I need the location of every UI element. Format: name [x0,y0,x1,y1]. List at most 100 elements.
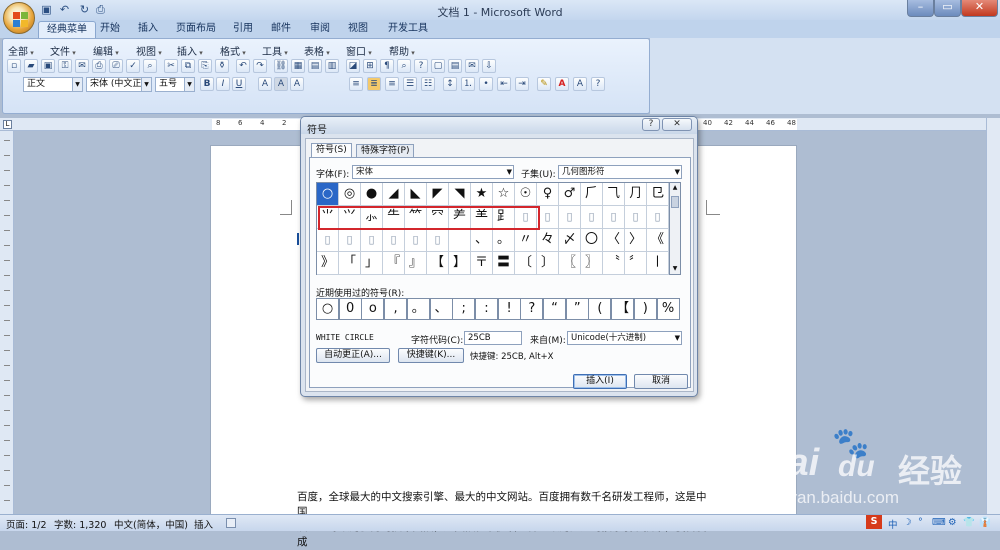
permission-icon[interactable]: ⚿ [58,59,72,73]
symbol-cell[interactable]: 〔 [515,252,537,275]
undo-icon[interactable]: ↶ [236,59,250,73]
menu-format[interactable]: 格式 ▾ [220,43,246,58]
office-button[interactable] [3,2,35,34]
symbol-cell[interactable]: ● [361,183,383,206]
symbol-cell[interactable]: 〇 [581,229,603,252]
symbol-cell[interactable]: ♀ [537,183,559,206]
recent-symbol-cell[interactable]: 、 [429,298,453,320]
symbol-cell[interactable]: ◢ [383,183,405,206]
scroll-up-icon[interactable]: ▲ [671,184,679,192]
symbol-cell[interactable]: 」 [361,252,383,275]
menu-view[interactable]: 视图 ▾ [136,43,162,58]
symbol-cell[interactable]: ◤ [427,183,449,206]
columns-icon[interactable]: ▥ [325,59,339,73]
char-format-icon[interactable]: A [573,77,587,91]
symbol-cell[interactable]: ▯ [647,206,669,229]
symbol-cell[interactable]: ▯ [339,229,361,252]
align-center-icon[interactable]: ≣ [367,77,381,91]
bullets-icon[interactable]: • [479,77,493,91]
drawing-icon[interactable]: ◪ [346,59,360,73]
recent-symbol-cell[interactable]: ” [565,298,589,320]
recent-symbol-cell[interactable]: ; [452,298,476,320]
symbol-cell[interactable]: 】 [449,252,471,275]
insert-button[interactable]: 插入(I) [573,374,627,389]
size-combo[interactable]: 五号 ▼ [155,77,195,92]
insert-table-icon[interactable]: ▤ [308,59,322,73]
symbol-cell[interactable]: ★ [471,183,493,206]
status-insert-mode[interactable]: 插入 [194,517,213,531]
read-icon[interactable]: ▢ [431,59,445,73]
recent-symbol-cell[interactable]: “ [543,298,566,320]
cancel-button[interactable]: 取消 [634,374,688,389]
menu-table[interactable]: 表格 ▾ [304,43,330,58]
ime-punct-icon[interactable]: ° [918,517,923,528]
char-shading-button[interactable]: A [274,77,288,91]
print-preview-icon[interactable]: ⎚ [109,59,123,73]
tab-insert[interactable]: 插入 [130,21,166,38]
italic-button[interactable]: I [216,77,230,91]
ime-toolbox-icon[interactable]: 👔 [979,517,991,528]
symbol-cell[interactable]: ☉ [515,183,537,206]
recent-symbol-cell[interactable]: ( [588,298,612,320]
tab-symbols[interactable]: 符号(S) [311,143,352,158]
symbol-cell[interactable]: 。 [493,229,515,252]
symbol-cell[interactable]: ▯ [383,229,405,252]
tab-developer[interactable]: 开发工具 [380,21,436,38]
align-right-icon[interactable]: ≡ [385,77,399,91]
menu-window[interactable]: 窗口 ▾ [346,43,372,58]
symbol-cell[interactable]: 〈 [603,229,625,252]
symbol-cell[interactable]: ⺋ [647,183,669,206]
tab-view[interactable]: 视图 [340,21,376,38]
bold-button[interactable]: B [200,77,214,91]
scroll-thumb[interactable] [671,196,679,208]
symbol-cell[interactable]: 』 [405,252,427,275]
symbol-cell[interactable]: 〞 [625,252,647,275]
recent-symbol-cell[interactable]: ○ [316,298,339,320]
copy-icon[interactable]: ⧉ [181,59,195,73]
align-left-icon[interactable]: ≡ [349,77,363,91]
status-page[interactable]: 页面: 1/2 [6,517,47,531]
menu-help[interactable]: 帮助 ▾ [389,43,415,58]
symbol-cell[interactable]: ▯ [603,206,625,229]
symbol-cell[interactable]: 〆 [559,229,581,252]
symbol-cell[interactable]: ▯ [317,229,339,252]
show-hide-icon[interactable]: ¶ [380,59,394,73]
document-map-icon[interactable]: ⊞ [363,59,377,73]
recent-symbol-cell[interactable]: : [474,298,498,320]
page-icon[interactable]: ▤ [448,59,462,73]
menu-insert[interactable]: 插入 ▾ [177,43,203,58]
symbol-cell[interactable]: 『 [383,252,405,275]
menu-file[interactable]: 文件 ▾ [50,43,76,58]
email-icon[interactable]: ✉ [75,59,89,73]
from-select[interactable]: Unicode(十六进制) ▼ [567,331,682,345]
subset-select[interactable]: 几何图形符 ▼ [558,165,682,179]
symbol-cell[interactable]: 〡 [647,252,669,275]
underline-button[interactable]: U [232,77,246,91]
cut-icon[interactable]: ✂ [164,59,178,73]
symbol-grid-scrollbar[interactable]: ▲ ▼ [670,182,681,275]
symbol-cell[interactable]: ▯ [361,229,383,252]
symbol-cell[interactable]: 〗 [581,252,603,275]
recent-symbol-cell[interactable]: ! [497,298,521,320]
tab-special-characters[interactable]: 特殊字符(P) [356,144,415,158]
symbol-cell[interactable]: ▯ [427,229,449,252]
symbol-cell[interactable]: ◥ [449,183,471,206]
shortcut-key-button[interactable]: 快捷键(K)... [398,348,464,363]
tab-selector-icon[interactable]: L [3,120,12,129]
symbol-cell[interactable]: 〉 [625,229,647,252]
ime-moon-icon[interactable]: ☽ [903,517,912,528]
symbol-cell[interactable]: 〓 [493,252,515,275]
char-border-button[interactable]: A [258,77,272,91]
symbol-cell[interactable] [449,229,471,252]
ime-keyboard-icon[interactable]: ⌨ [932,517,946,528]
table-icon[interactable]: ▦ [291,59,305,73]
tab-mailings[interactable]: 邮件 [263,21,299,38]
maximize-icon[interactable]: ▭ [934,0,961,17]
symbol-cell[interactable]: ◣ [405,183,427,206]
symbol-cell[interactable]: ♂ [559,183,581,206]
symbol-cell[interactable]: ⺆ [625,183,647,206]
symbol-cell[interactable]: ▯ [405,229,427,252]
symbol-cell[interactable]: ⺄ [603,183,625,206]
scroll-down-icon[interactable]: ▼ [671,265,679,273]
tab-references[interactable]: 引用 [225,21,261,38]
